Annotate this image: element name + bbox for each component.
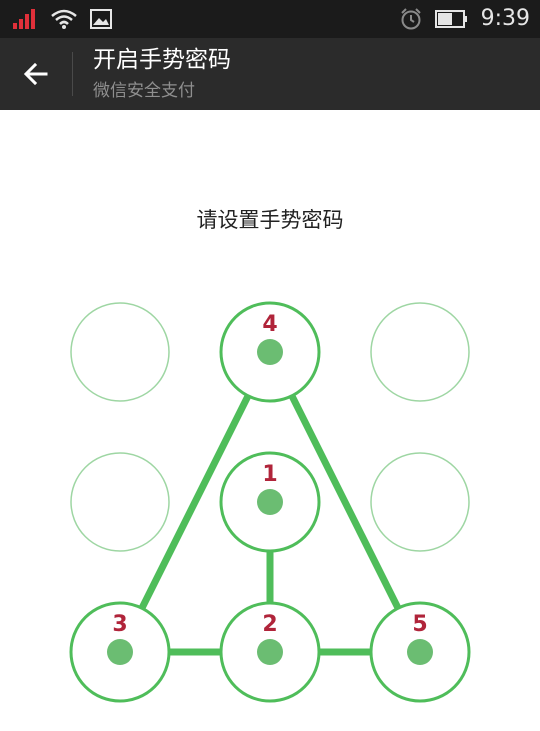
pattern-node-dot xyxy=(107,639,133,665)
pattern-node-3[interactable] xyxy=(370,302,470,402)
pattern-node-2[interactable]: 4 xyxy=(219,301,321,403)
pattern-node-order-label: 1 xyxy=(262,462,277,487)
pattern-node-ring xyxy=(70,452,170,552)
pattern-node-1[interactable] xyxy=(70,302,170,402)
pattern-node-dot xyxy=(257,639,283,665)
pattern-node-ring xyxy=(370,452,470,552)
pattern-node-8[interactable]: 2 xyxy=(219,601,321,703)
pattern-node-dot xyxy=(407,639,433,665)
pattern-node-order-label: 4 xyxy=(262,312,277,337)
pattern-node-dot xyxy=(257,489,283,515)
pattern-node-dot xyxy=(257,339,283,365)
pattern-node-ring xyxy=(370,302,470,402)
pattern-node-6[interactable] xyxy=(370,452,470,552)
pattern-node-order-label: 2 xyxy=(262,612,277,637)
pattern-node-9[interactable]: 5 xyxy=(369,601,471,703)
pattern-node-ring xyxy=(70,302,170,402)
pattern-node-7[interactable]: 3 xyxy=(69,601,171,703)
pattern-node-order-label: 3 xyxy=(112,612,127,637)
gesture-pattern-pad[interactable]: 4 1 3 2 5 xyxy=(0,0,540,731)
pattern-node-order-label: 5 xyxy=(412,612,427,637)
pattern-node-5[interactable]: 1 xyxy=(219,451,321,553)
pattern-node-4[interactable] xyxy=(70,452,170,552)
